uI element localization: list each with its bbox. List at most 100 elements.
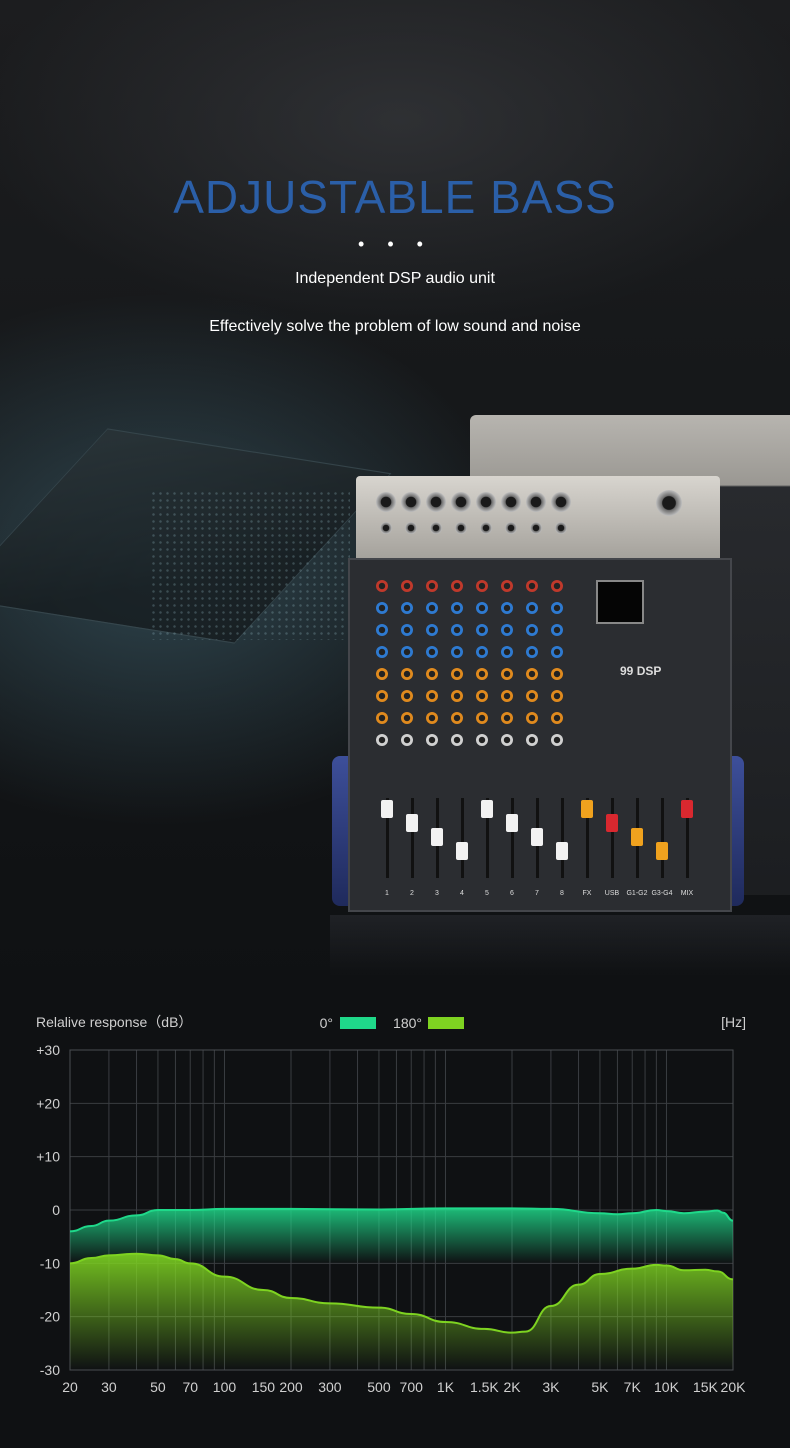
x-tick-label: 2K: [503, 1379, 521, 1395]
knob-icon: [401, 624, 413, 636]
xlr-jack: [526, 492, 546, 512]
x-tick-label: 700: [400, 1379, 424, 1395]
y-tick-label: -20: [40, 1309, 60, 1325]
knob-icon: [476, 690, 488, 702]
subtitle: Independent DSP audio unit: [295, 270, 495, 287]
knob-icon: [426, 646, 438, 658]
knob-icon: [551, 602, 563, 614]
knob-icon: [526, 624, 538, 636]
fader-track: [461, 798, 464, 878]
dsp-number: 99: [620, 664, 634, 678]
xlr-jack: [401, 492, 421, 512]
trs-jack: [430, 522, 442, 534]
knob-icon: [501, 668, 513, 680]
trs-jack: [405, 522, 417, 534]
fader-track: [411, 798, 414, 878]
x-tick-label: 20K: [721, 1379, 747, 1395]
xlr-jack: [376, 492, 396, 512]
knob-icon: [401, 690, 413, 702]
channel-label: 4: [460, 890, 464, 897]
mixer-control-panel: 99 DSP 1 2 3 4 5 6 7 8 FX USB G1-G2 G3-G4 MIX: [348, 558, 732, 912]
knob-icon: [526, 580, 538, 592]
fader-cap: [606, 814, 618, 832]
knob-icon: [376, 712, 388, 724]
series-0-area: [70, 1208, 733, 1264]
x-tick-label: 100: [213, 1379, 237, 1395]
fader-cap: [531, 828, 543, 846]
knob-icon: [551, 690, 563, 702]
knob-icon: [476, 734, 488, 746]
x-tick-label: 500: [367, 1379, 391, 1395]
fader-cap: [431, 828, 443, 846]
mixer-display: [596, 580, 644, 624]
knob-icon: [451, 624, 463, 636]
trs-jack: [555, 522, 567, 534]
x-tick-label: 50: [150, 1379, 166, 1395]
ellipsis-divider: • • •: [358, 234, 432, 254]
knob-icon: [501, 690, 513, 702]
knob-icon: [551, 668, 563, 680]
channel-label: 1: [385, 890, 389, 897]
chart-series: [69, 1207, 734, 1370]
knob-icon: [501, 712, 513, 724]
xlr-jack: [501, 492, 521, 512]
x-tick-label: 10K: [654, 1379, 680, 1395]
x-tick-label: 1K: [437, 1379, 455, 1395]
knob-icon: [401, 602, 413, 614]
legend-swatch-180: [428, 1017, 464, 1029]
x-tick-label: 7K: [624, 1379, 642, 1395]
x-tick-label: 1.5K: [470, 1379, 499, 1395]
knob-icon: [476, 602, 488, 614]
knob-icon: [376, 668, 388, 680]
knob-icon: [526, 602, 538, 614]
knob-icon: [501, 734, 513, 746]
knob-icon: [501, 580, 513, 592]
x-tick-label: 200: [279, 1379, 303, 1395]
knob-icon: [376, 624, 388, 636]
channel-label: 8: [560, 890, 564, 897]
knob-icon: [526, 690, 538, 702]
channel-label: 5: [485, 890, 489, 897]
fader-cap: [556, 842, 568, 860]
channel-label: USB: [604, 890, 620, 897]
x-tick-label: 70: [182, 1379, 198, 1395]
xlr-jack: [426, 492, 446, 512]
y-tick-label: 0: [52, 1202, 60, 1218]
y-tick-label: +10: [36, 1149, 60, 1165]
xlr-jack: [551, 492, 571, 512]
knob-icon: [401, 734, 413, 746]
y-tick-label: -30: [40, 1362, 60, 1378]
fader-track: [661, 798, 664, 878]
description: Effectively solve the problem of low sou…: [209, 318, 581, 335]
mixer-input-panel: [356, 476, 720, 558]
fader-cap: [456, 842, 468, 860]
knob-icon: [401, 668, 413, 680]
legend-label-0: 0°: [320, 1015, 333, 1031]
fader-track: [561, 798, 564, 878]
channel-label: G3-G4: [651, 890, 673, 897]
legend: 0° 180°: [320, 1015, 464, 1031]
knob-icon: [401, 712, 413, 724]
circuit-dots-graphic: [150, 490, 350, 640]
x-tick-label: 20: [62, 1379, 78, 1395]
main-xlr-jack: [656, 490, 682, 516]
knob-icon: [551, 624, 563, 636]
x-tick-label: 3K: [542, 1379, 560, 1395]
channel-label: 3: [435, 890, 439, 897]
fader-cap: [481, 800, 493, 818]
knob-icon: [376, 646, 388, 658]
x-tick-label: 150: [252, 1379, 276, 1395]
knob-icon: [476, 668, 488, 680]
legend-label-180: 180°: [393, 1015, 422, 1031]
y-tick-label: +30: [36, 1042, 60, 1058]
knob-icon: [501, 624, 513, 636]
trs-jack: [480, 522, 492, 534]
knob-icon: [526, 668, 538, 680]
xlr-jack: [451, 492, 471, 512]
knob-icon: [526, 712, 538, 724]
knob-icon: [376, 580, 388, 592]
knob-icon: [451, 712, 463, 724]
knob-icon: [451, 734, 463, 746]
trs-jack: [505, 522, 517, 534]
knob-icon: [451, 690, 463, 702]
